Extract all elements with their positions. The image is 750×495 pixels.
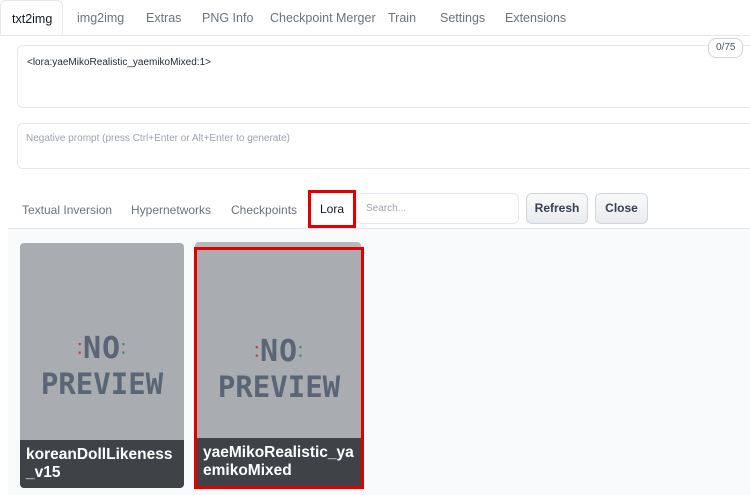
tab-textual-inversion[interactable]: Textual Inversion [22, 203, 112, 217]
refresh-button[interactable]: Refresh [526, 193, 588, 224]
tab-img2img[interactable]: img2img [77, 0, 124, 35]
token-counter: 0/75 [708, 38, 744, 58]
main-tab-bar: txt2img img2img Extras PNG Info Checkpoi… [0, 0, 750, 36]
negative-prompt-textarea[interactable]: Negative prompt (press Ctrl+Enter or Alt… [17, 123, 750, 169]
tab-settings[interactable]: Settings [440, 0, 485, 35]
no-preview-text: PREVIEW [217, 370, 341, 404]
no-preview-text: PREVIEW [40, 367, 164, 401]
lora-card-yaemikorealistic[interactable]: ⁚NO⁚ PREVIEW yaeMikoRealistic_yaemikoMix… [194, 247, 364, 489]
no-preview-image: ⁚NO⁚ [77, 331, 127, 366]
lora-card-koreandolllikeness[interactable]: ⁚NO⁚ PREVIEW koreanDollLikeness_v15 [20, 243, 184, 488]
card-name: yaeMikoRealistic_yaemikoMixed [197, 438, 361, 486]
negative-prompt-placeholder: Negative prompt (press Ctrl+Enter or Alt… [26, 133, 291, 144]
tab-checkpoint-merger[interactable]: Checkpoint Merger [270, 0, 376, 35]
tab-png-info[interactable]: PNG Info [202, 0, 253, 35]
tab-lora[interactable]: Lora [308, 190, 356, 228]
no-preview-image: ⁚NO⁚ [254, 334, 304, 369]
tab-train[interactable]: Train [388, 0, 416, 35]
search-input[interactable] [356, 193, 519, 224]
card-name: koreanDollLikeness_v15 [20, 440, 184, 488]
tab-extras[interactable]: Extras [146, 0, 181, 35]
prompt-text: <lora:yaeMikoRealistic_yaemikoMixed:1> [27, 57, 211, 68]
prompt-textarea[interactable]: <lora:yaeMikoRealistic_yaemikoMixed:1> [17, 45, 750, 108]
tab-extensions[interactable]: Extensions [505, 0, 566, 35]
close-button[interactable]: Close [595, 193, 648, 224]
tab-txt2img[interactable]: txt2img [0, 0, 63, 35]
tab-hypernetworks[interactable]: Hypernetworks [131, 203, 211, 217]
tab-checkpoints[interactable]: Checkpoints [231, 203, 297, 217]
